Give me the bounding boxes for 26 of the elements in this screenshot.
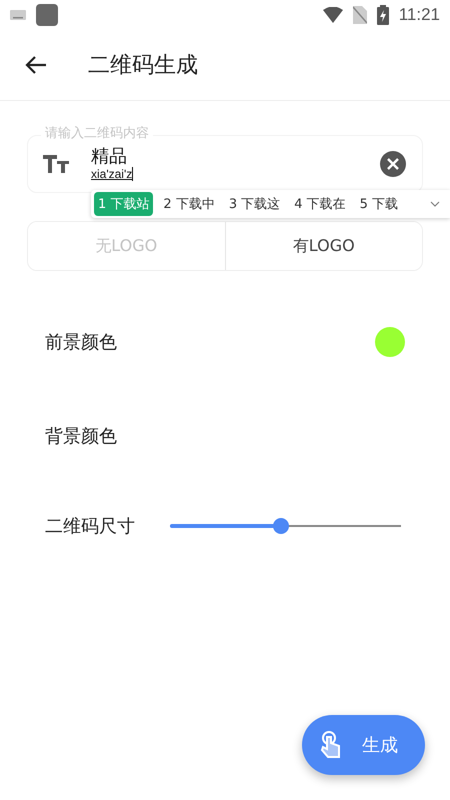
wifi-icon bbox=[322, 7, 343, 23]
field-label: 请输入二维码内容 bbox=[41, 126, 153, 142]
battery-icon bbox=[376, 5, 389, 25]
color-swatch[interactable] bbox=[375, 327, 405, 357]
setting-label: 二维码尺寸 bbox=[45, 515, 136, 538]
app-icon bbox=[36, 4, 58, 26]
logo-option[interactable]: 有LOGO bbox=[224, 222, 422, 270]
hand-tap-icon bbox=[320, 731, 342, 759]
close-icon bbox=[387, 158, 399, 170]
setting-label: 背景颜色 bbox=[45, 425, 118, 448]
text-size-icon bbox=[43, 155, 69, 173]
clock: 11:21 bbox=[398, 5, 440, 25]
keyboard-icon bbox=[10, 10, 26, 20]
candidate[interactable]: 2 下载中 bbox=[159, 192, 219, 216]
no-sim-icon bbox=[352, 6, 367, 24]
candidate[interactable]: 5 下载 bbox=[356, 192, 402, 216]
candidate[interactable]: 4 下载在 bbox=[290, 192, 350, 216]
page-title: 二维码生成 bbox=[88, 52, 198, 80]
chevron-down-icon[interactable] bbox=[430, 201, 440, 207]
composing-text: xia'zai'z bbox=[91, 167, 134, 181]
clear-button[interactable] bbox=[380, 151, 406, 177]
slider-thumb[interactable] bbox=[272, 518, 289, 534]
setting-label: 前景颜色 bbox=[45, 331, 118, 354]
size-slider[interactable] bbox=[170, 518, 401, 534]
input-value: 精品 bbox=[91, 147, 128, 167]
candidate[interactable]: 3 下载这 bbox=[224, 192, 284, 216]
